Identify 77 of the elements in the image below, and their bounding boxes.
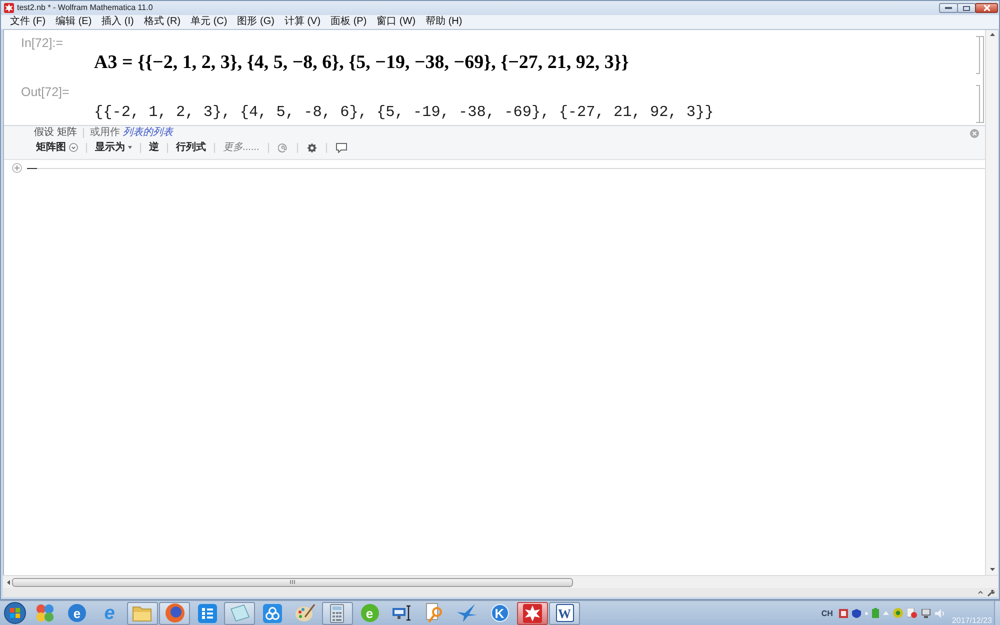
show-desktop-button[interactable]: [994, 601, 1000, 625]
cell-bracket[interactable]: [976, 85, 980, 123]
monitor-cursor-icon: [392, 605, 412, 621]
folder-icon: [132, 604, 152, 622]
scrollbar-thumb[interactable]: [12, 578, 573, 586]
menu-item[interactable]: 面板 (P): [326, 16, 372, 28]
circles-icon: [34, 603, 54, 623]
down-arrow-icon[interactable]: [990, 568, 994, 571]
shield-icon: [852, 608, 861, 618]
menu-item[interactable]: 编辑 (E): [50, 16, 97, 28]
left-arrow-icon[interactable]: [7, 580, 10, 584]
close-button[interactable]: [975, 3, 998, 13]
close-icon: [984, 5, 990, 11]
close-bar-button[interactable]: [970, 128, 979, 138]
close-icon: [970, 128, 979, 138]
input-label: In[72]:=: [21, 36, 64, 50]
wrench-icon[interactable]: [987, 588, 995, 596]
menu-item[interactable]: 插入 (I): [96, 16, 139, 28]
more-link[interactable]: 更多......: [221, 141, 262, 154]
menu-item[interactable]: 格式 (R): [138, 16, 186, 28]
ring-disc-icon: [164, 603, 184, 623]
menu-item[interactable]: 窗口 (W): [372, 16, 421, 28]
action-button[interactable]: 矩阵图: [34, 141, 80, 154]
document-badge-icon: [906, 608, 917, 618]
comment-icon: [336, 142, 347, 152]
taskbar-button[interactable]: e: [62, 602, 92, 624]
language-indicator[interactable]: CH: [821, 608, 833, 618]
alternative-link[interactable]: 列表的列表: [122, 127, 173, 139]
vertical-scrollbar[interactable]: [985, 30, 998, 575]
window-title: test2.nb * - Wolfram Mathematica 11.0: [17, 3, 153, 13]
caret-up-icon: [882, 611, 889, 615]
magnifier-icon: [426, 603, 444, 623]
gear-icon: [306, 142, 317, 152]
battery-icon: [872, 608, 879, 618]
alternative-prompt: 或用作: [90, 127, 120, 139]
taskbar-button[interactable]: K: [484, 602, 515, 624]
paper-sheet-icon: [230, 604, 250, 622]
menu-item[interactable]: 图形 (G): [232, 16, 280, 28]
menu-item[interactable]: 单元 (C): [186, 16, 232, 28]
caret-icon: [128, 146, 132, 149]
output-label: Out[72]=: [21, 85, 70, 99]
calculator-icon: [330, 604, 344, 622]
star-logo-icon: [522, 604, 542, 622]
flag-orb-icon: [4, 602, 26, 624]
assumption-text: 假设 矩阵: [34, 127, 77, 139]
palette-icon: [294, 604, 314, 622]
bird-icon: [457, 604, 477, 622]
cell-bracket[interactable]: [976, 36, 980, 74]
ball-icon: [892, 608, 903, 618]
action-button[interactable]: 行列式: [174, 141, 208, 154]
menu-item[interactable]: 帮助 (H): [420, 16, 468, 28]
group-bracket[interactable]: [980, 36, 984, 123]
menu-item[interactable]: 计算 (V): [279, 16, 326, 28]
grip-icon: [290, 580, 295, 584]
plus-circle-icon[interactable]: [12, 163, 22, 173]
cloud-icon: [262, 604, 282, 622]
star-logo-icon: [4, 3, 14, 13]
up-arrow-icon[interactable]: [990, 33, 994, 36]
output-result: {{-2, 1, 2, 3}, {4, 5, -8, 6}, {5, -19, -38, -69}, {-27, 21, 92, 3}}: [94, 102, 714, 122]
minimize-button[interactable]: [939, 3, 958, 13]
action-button[interactable]: 逆: [147, 141, 161, 154]
at-sign-icon: [278, 142, 288, 152]
list-icon: [198, 604, 216, 622]
chevron-up-icon: [978, 591, 983, 594]
chevron-circle-icon: [69, 143, 78, 152]
taskbar-button[interactable]: W: [549, 602, 580, 624]
computer-icon: [920, 608, 931, 618]
maximize-button[interactable]: [957, 3, 976, 13]
action-button[interactable]: 显示为: [93, 141, 134, 154]
maximize-icon: [963, 6, 970, 10]
menu-item[interactable]: 文件 (F): [5, 16, 51, 28]
dot-icon: [864, 612, 868, 614]
start-button[interactable]: [2, 601, 28, 625]
speaker-icon: [934, 608, 945, 618]
minimize-icon: [945, 7, 952, 9]
tile-icon: [838, 608, 848, 618]
input-expression: A3 = {{−2, 1, 2, 3}, {4, 5, −8, 6}, {5, −19, −38, −69}, {−27, 21, 92, 3}}: [94, 53, 629, 73]
